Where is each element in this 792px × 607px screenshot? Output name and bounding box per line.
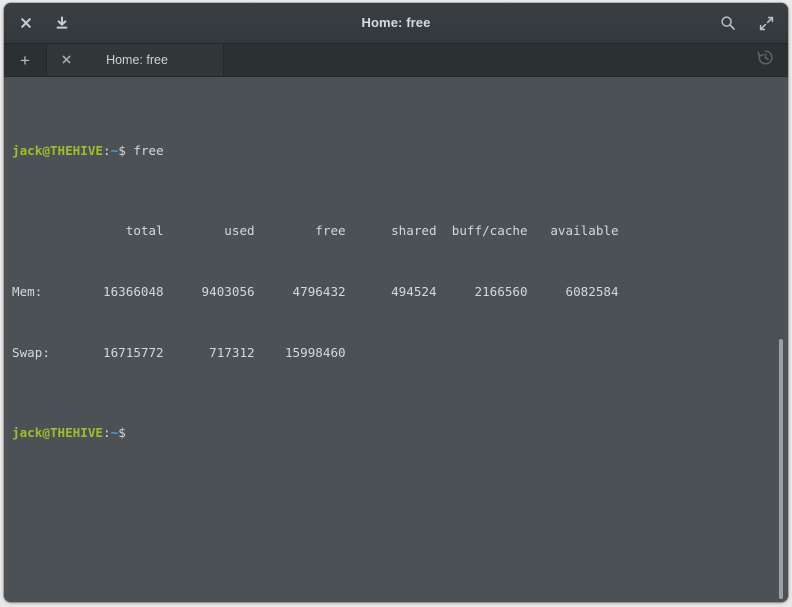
tab-close-button[interactable] xyxy=(57,44,75,76)
history-icon xyxy=(757,49,774,71)
free-output-header: total used free shared buff/cache availa… xyxy=(12,221,788,241)
plus-icon: + xyxy=(20,52,30,69)
tab-home-free[interactable]: Home: free xyxy=(47,44,224,76)
titlebar-right-controls xyxy=(714,3,780,43)
terminal-scrollbar-thumb[interactable] xyxy=(779,339,783,599)
minimize-to-tray-button[interactable] xyxy=(48,9,76,37)
terminal-body[interactable]: jack@THEHIVE:~$ free total used free sha… xyxy=(4,77,788,602)
prompt-sigil: $ xyxy=(118,143,126,158)
prompt-user-host: jack@THEHIVE xyxy=(12,425,103,440)
prompt-user-host: jack@THEHIVE xyxy=(12,143,103,158)
terminal-output: jack@THEHIVE:~$ free total used free sha… xyxy=(12,80,788,602)
tabbar-empty-area xyxy=(224,44,742,76)
window-title: Home: free xyxy=(4,3,788,43)
screen: Home: free xyxy=(0,0,792,607)
free-output-mem-row: Mem: 16366048 9403056 4796432 494524 216… xyxy=(12,282,788,302)
prompt-colon: : xyxy=(103,425,111,440)
search-button[interactable] xyxy=(714,9,742,37)
new-tab-button[interactable]: + xyxy=(4,44,47,76)
terminal-scrollbar[interactable] xyxy=(774,77,787,602)
download-icon xyxy=(55,16,69,30)
terminal-prompt-line-1: jack@THEHIVE:~$ free xyxy=(12,141,788,161)
terminal-command: free xyxy=(126,143,164,158)
titlebar-left-controls xyxy=(4,9,76,37)
fullscreen-button[interactable] xyxy=(752,9,780,37)
free-output-swap-row: Swap: 16715772 717312 15998460 xyxy=(12,343,788,363)
prompt-sigil: $ xyxy=(118,425,126,440)
titlebar: Home: free xyxy=(4,3,788,44)
command-history-button[interactable] xyxy=(742,44,788,76)
tabbar: + Home: free xyxy=(4,44,788,77)
terminal-prompt-line-2: jack@THEHIVE:~$ xyxy=(12,423,788,443)
search-icon xyxy=(720,15,736,31)
terminal-window: Home: free xyxy=(4,3,788,602)
close-icon xyxy=(62,51,71,69)
close-icon xyxy=(20,17,32,29)
fullscreen-icon xyxy=(759,16,774,31)
prompt-colon: : xyxy=(103,143,111,158)
close-window-button[interactable] xyxy=(12,9,40,37)
